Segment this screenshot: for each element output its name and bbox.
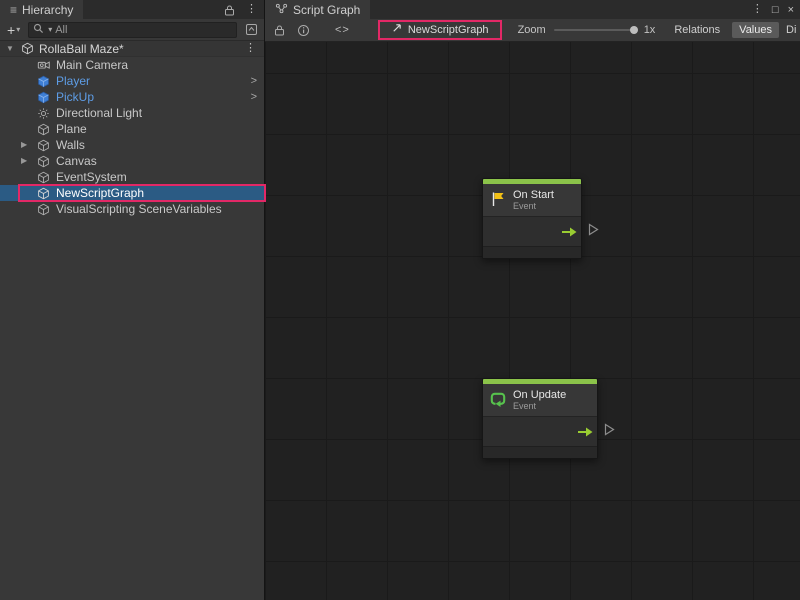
hierarchy-item-plane[interactable]: Plane <box>0 121 264 137</box>
values-toggle-button[interactable]: Values <box>732 22 779 38</box>
hierarchy-item-newscriptgraph[interactable]: NewScriptGraph <box>0 185 264 201</box>
script-graph-panel: Script Graph ⋮ □ × <> NewScriptGraph <box>265 0 800 600</box>
close-icon[interactable]: × <box>788 4 794 16</box>
hierarchy-tab-strip: ≡ Hierarchy ⋮ <box>0 0 264 19</box>
code-view-icon[interactable]: <> <box>335 24 350 36</box>
tab-script-graph[interactable]: Script Graph <box>265 0 370 19</box>
hierarchy-item-main-camera[interactable]: Main Camera <box>0 57 264 73</box>
zoom-label: Zoom <box>518 24 546 36</box>
search-icon <box>33 23 44 37</box>
output-flow-port[interactable] <box>578 427 593 437</box>
hierarchy-search-box[interactable]: ▾ <box>28 22 237 38</box>
scene-menu-icon[interactable]: ⋮ <box>245 43 264 54</box>
window-controls: ⋮ □ × <box>752 0 800 19</box>
search-scope-dropdown-icon[interactable]: ▾ <box>48 25 52 34</box>
hierarchy-tree: ▼ RollaBall Maze* ⋮ Main Camera Player > <box>0 41 264 217</box>
tab-hierarchy[interactable]: ≡ Hierarchy <box>0 0 83 19</box>
prefab-cube-icon <box>36 90 51 105</box>
node-title: On Start <box>513 189 554 202</box>
info-icon[interactable] <box>295 22 311 38</box>
hierarchy-item-directional-light[interactable]: Directional Light <box>0 105 264 121</box>
node-title: On Update <box>513 389 566 402</box>
lock-icon[interactable] <box>221 2 237 18</box>
gameobject-cube-icon <box>36 138 51 153</box>
graph-icon <box>275 3 288 17</box>
graph-tab-strip: Script Graph ⋮ □ × <box>265 0 800 19</box>
hierarchy-menu-icon[interactable]: ⋮ <box>246 4 257 15</box>
node-footer <box>483 446 597 458</box>
gameobject-cube-icon <box>36 186 51 201</box>
node-header[interactable]: On Update Event <box>483 384 597 416</box>
hierarchy-panel: ≡ Hierarchy ⋮ + ▾ ▾ <box>0 0 265 600</box>
foldout-closed-icon[interactable]: ▶ <box>21 140 27 149</box>
node-on-update[interactable]: On Update Event <box>482 378 598 459</box>
hierarchy-item-player[interactable]: Player > <box>0 73 264 89</box>
node-subtitle: Event <box>513 401 566 411</box>
zoom-slider-knob[interactable] <box>630 26 638 34</box>
window-menu-icon[interactable]: ⋮ <box>752 4 763 15</box>
node-footer <box>483 246 581 258</box>
loop-icon <box>489 390 507 411</box>
dropdown-arrow-icon: ▾ <box>16 25 20 34</box>
plus-icon: + <box>7 23 15 37</box>
prefab-open-chevron-icon[interactable]: > <box>251 75 264 87</box>
node-subtitle: Event <box>513 201 554 211</box>
gameobject-cube-icon <box>36 154 51 169</box>
hierarchy-item-pickup[interactable]: PickUp > <box>0 89 264 105</box>
node-body <box>483 416 597 446</box>
hierarchy-search-input[interactable] <box>55 24 232 36</box>
hamburger-icon: ≡ <box>10 3 17 17</box>
light-icon <box>36 106 51 121</box>
hierarchy-strip-icons: ⋮ <box>221 0 264 19</box>
graph-name-label: NewScriptGraph <box>408 24 489 36</box>
flag-icon <box>489 190 507 211</box>
hierarchy-item-eventsystem[interactable]: EventSystem <box>0 169 264 185</box>
search-picker-icon[interactable] <box>242 22 260 38</box>
node-header[interactable]: On Start Event <box>483 184 581 216</box>
zoom-value: 1x <box>644 24 656 36</box>
scene-name-label: RollaBall Maze* <box>39 42 124 56</box>
node-on-start[interactable]: On Start Event <box>482 178 582 259</box>
gameobject-cube-icon <box>36 202 51 217</box>
unity-editor: ≡ Hierarchy ⋮ + ▾ ▾ <box>0 0 800 600</box>
graph-toolbar: <> NewScriptGraph Zoom 1x Relations Valu… <box>265 19 800 42</box>
foldout-closed-icon[interactable]: ▶ <box>21 156 27 165</box>
zoom-slider-track <box>554 29 638 31</box>
hierarchy-toolbar: + ▾ ▾ <box>0 19 264 41</box>
node-body <box>483 216 581 246</box>
hierarchy-item-visualscripting-scenevariables[interactable]: VisualScripting SceneVariables <box>0 201 264 217</box>
graph-tab-label: Script Graph <box>293 3 360 17</box>
connection-target-triangle-icon[interactable] <box>588 223 599 236</box>
graph-canvas[interactable]: On Start Event <box>265 42 800 600</box>
hierarchy-tab-label: Hierarchy <box>22 3 73 17</box>
gameobject-cube-icon <box>36 122 51 137</box>
hierarchy-item-canvas[interactable]: ▶ Canvas <box>0 153 264 169</box>
foldout-open-icon[interactable]: ▼ <box>6 44 16 53</box>
hierarchy-item-walls[interactable]: ▶ Walls <box>0 137 264 153</box>
camera-icon <box>36 58 51 73</box>
lock-icon[interactable] <box>271 22 287 38</box>
graph-name-breadcrumb[interactable]: NewScriptGraph <box>378 20 502 40</box>
maximize-icon[interactable]: □ <box>772 4 779 16</box>
scene-header-rollaball-maze[interactable]: ▼ RollaBall Maze* ⋮ <box>0 41 264 57</box>
prefab-open-chevron-icon[interactable]: > <box>251 91 264 103</box>
connection-target-triangle-icon[interactable] <box>604 423 615 436</box>
unity-scene-icon <box>20 41 35 56</box>
add-gameobject-button[interactable]: + ▾ <box>4 23 23 37</box>
relations-toggle-button[interactable]: Relations <box>667 22 727 38</box>
zoom-slider[interactable] <box>554 25 638 35</box>
script-graph-asset-icon <box>391 23 402 37</box>
prefab-cube-icon <box>36 74 51 89</box>
gameobject-cube-icon <box>36 170 51 185</box>
dim-toggle-button[interactable]: Di <box>786 24 796 36</box>
output-flow-port[interactable] <box>562 227 577 237</box>
